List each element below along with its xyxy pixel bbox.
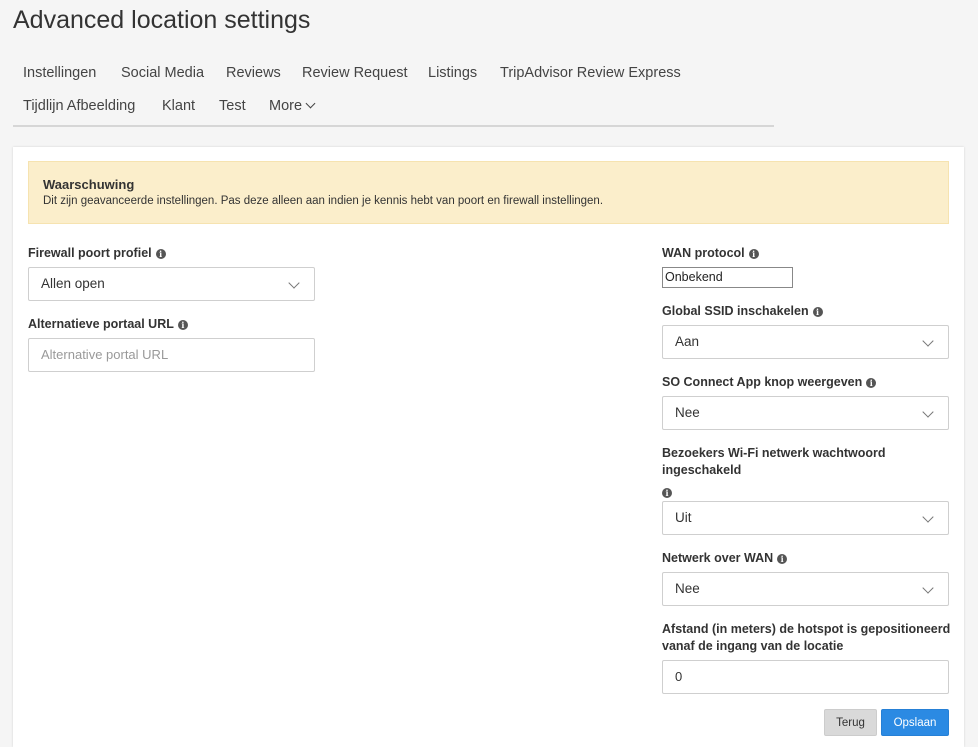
tab-listings[interactable]: Listings bbox=[428, 65, 477, 81]
network-wan-label-text: Netwerk over WAN bbox=[662, 551, 774, 565]
global-ssid-label-text: Global SSID inschakelen bbox=[662, 304, 809, 318]
info-icon[interactable]: i bbox=[777, 554, 788, 564]
distance-input[interactable]: 0 bbox=[662, 660, 949, 694]
portal-url-label: Alternatieve portaal URL i bbox=[28, 316, 188, 333]
global-ssid-select[interactable]: Aan bbox=[662, 325, 949, 359]
chevron-down-icon bbox=[922, 511, 934, 523]
settings-card: Waarschuwing Dit zijn geavanceerde inste… bbox=[13, 147, 964, 747]
so-connect-label-text: SO Connect App knop weergeven bbox=[662, 375, 863, 389]
portal-url-label-text: Alternatieve portaal URL bbox=[28, 317, 174, 331]
wan-protocol-label: WAN protocol i bbox=[662, 245, 759, 262]
visitor-wifi-label-line2: ingeschakeld bbox=[662, 463, 742, 477]
global-ssid-label: Global SSID inschakelen i bbox=[662, 303, 823, 320]
chevron-down-icon bbox=[922, 335, 934, 347]
chevron-down-icon bbox=[922, 406, 934, 418]
firewall-label-text: Firewall poort profiel bbox=[28, 246, 152, 260]
visitor-wifi-select[interactable]: Uit bbox=[662, 501, 949, 535]
tab-instellingen[interactable]: Instellingen bbox=[23, 65, 96, 81]
page-title: Advanced location settings bbox=[13, 6, 311, 34]
network-wan-select[interactable]: Nee bbox=[662, 572, 949, 606]
network-wan-label: Netwerk over WAN i bbox=[662, 550, 788, 567]
network-wan-value: Nee bbox=[675, 581, 700, 596]
firewall-profile-value: Allen open bbox=[41, 276, 105, 291]
info-icon[interactable]: i bbox=[866, 378, 877, 388]
tab-test[interactable]: Test bbox=[219, 98, 246, 114]
info-icon[interactable]: i bbox=[812, 307, 823, 317]
tab-social-media[interactable]: Social Media bbox=[121, 65, 204, 81]
chevron-down-icon bbox=[922, 582, 934, 594]
tab-review-request[interactable]: Review Request bbox=[302, 65, 408, 81]
tab-bar: Instellingen Social Media Reviews Review… bbox=[13, 58, 774, 127]
distance-label: Afstand (in meters) de hotspot is geposi… bbox=[662, 621, 950, 655]
back-button[interactable]: Terug bbox=[824, 709, 877, 736]
chevron-down-icon bbox=[288, 277, 300, 289]
firewall-profile-select[interactable]: Allen open bbox=[28, 267, 315, 301]
tab-klant[interactable]: Klant bbox=[162, 98, 195, 114]
so-connect-value: Nee bbox=[675, 405, 700, 420]
visitor-wifi-label-line1: Bezoekers Wi-Fi netwerk wachtwoord bbox=[662, 446, 886, 460]
so-connect-label: SO Connect App knop weergeven i bbox=[662, 374, 877, 391]
distance-label-line1: Afstand (in meters) de hotspot is geposi… bbox=[662, 622, 951, 636]
info-icon[interactable]: i bbox=[748, 249, 759, 259]
portal-url-input[interactable]: Alternative portal URL bbox=[28, 338, 315, 372]
info-icon[interactable]: i bbox=[155, 249, 166, 259]
wan-protocol-label-text: WAN protocol bbox=[662, 246, 745, 260]
tab-tripadvisor-review-express[interactable]: TripAdvisor Review Express bbox=[500, 65, 681, 81]
firewall-label: Firewall poort profiel i bbox=[28, 245, 166, 262]
tab-reviews[interactable]: Reviews bbox=[226, 65, 281, 81]
chevron-down-icon bbox=[305, 98, 316, 109]
distance-label-line2: vanaf de ingang van de locatie bbox=[662, 639, 844, 653]
wan-protocol-field[interactable]: Onbekend bbox=[662, 267, 793, 288]
tab-tijdlijn-afbeelding[interactable]: Tijdlijn Afbeelding bbox=[23, 98, 135, 114]
visitor-wifi-value: Uit bbox=[675, 510, 692, 525]
visitor-wifi-label: Bezoekers Wi-Fi netwerk wachtwoord inges… bbox=[662, 445, 886, 501]
info-icon[interactable]: i bbox=[662, 488, 672, 498]
tab-more[interactable]: More bbox=[269, 98, 316, 114]
save-button[interactable]: Opslaan bbox=[881, 709, 949, 736]
warning-alert: Waarschuwing Dit zijn geavanceerde inste… bbox=[28, 161, 949, 224]
global-ssid-value: Aan bbox=[675, 334, 700, 349]
info-icon[interactable]: i bbox=[177, 320, 188, 330]
alert-title: Waarschuwing bbox=[43, 177, 135, 192]
alert-text: Dit zijn geavanceerde instellingen. Pas … bbox=[43, 195, 604, 207]
tab-more-label: More bbox=[269, 98, 303, 114]
so-connect-select[interactable]: Nee bbox=[662, 396, 949, 430]
